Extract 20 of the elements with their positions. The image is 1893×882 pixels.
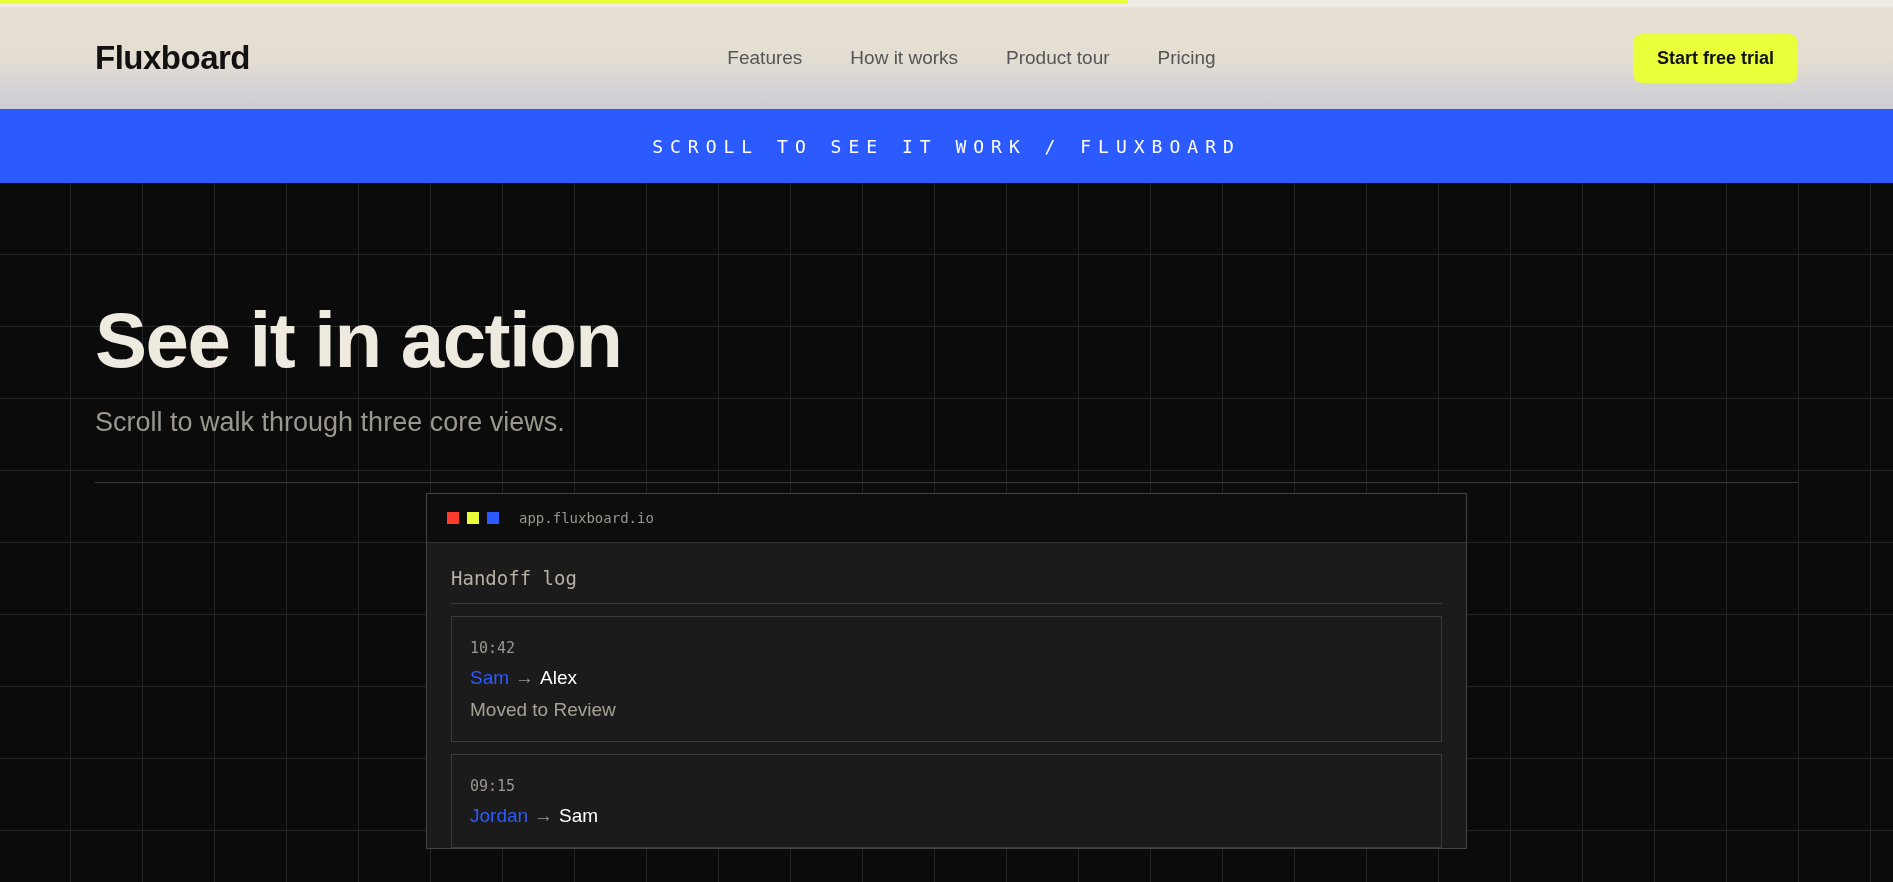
entry-time: 09:15 [470,777,517,795]
entry-arrow: → [515,667,535,689]
entry-from: Sam [470,667,510,689]
nav-link[interactable]: How it works [850,47,959,69]
logo[interactable]: Fluxboard [95,39,250,77]
entry-to: Alex [540,667,578,689]
entry-time: 10:42 [470,639,517,657]
entry-note: Moved to Review [470,699,617,721]
entry-to: Sam [559,805,599,827]
nav-link[interactable]: Pricing [1157,47,1216,69]
banner-text: SCROLL TO SEE IT WORK / FLUXBOARD [652,135,1241,157]
hero-title: See it in action [95,301,623,379]
entry-from: Jordan [470,805,529,827]
hero-subtitle: Scroll to walk through three core views. [95,407,566,438]
start-trial-button[interactable]: Start free trial [1632,33,1798,83]
entry-arrow: → [534,805,554,827]
window-url: app.fluxboard.io [519,510,654,526]
nav-link[interactable]: Features [727,47,803,69]
nav-link[interactable]: Product tour [1006,47,1110,69]
log-heading: Handoff log [451,567,1442,604]
